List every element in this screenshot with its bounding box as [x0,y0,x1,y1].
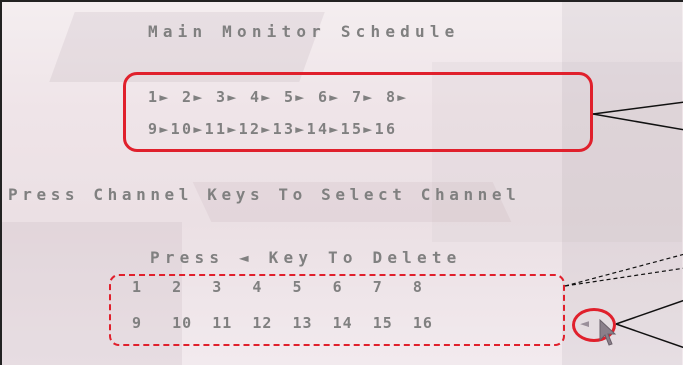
callout-leader-line [564,253,683,287]
monitor-screen: Main Monitor Schedule 1► 2► 3► 4► 5► 6► … [0,0,683,365]
callout-leader-line [615,299,683,325]
callout-leader-line [592,101,683,115]
callout-leader-line [615,323,683,349]
callout-leader-line [592,113,683,131]
callout-leader-line [564,267,683,287]
callout-leader-lines [564,101,683,349]
